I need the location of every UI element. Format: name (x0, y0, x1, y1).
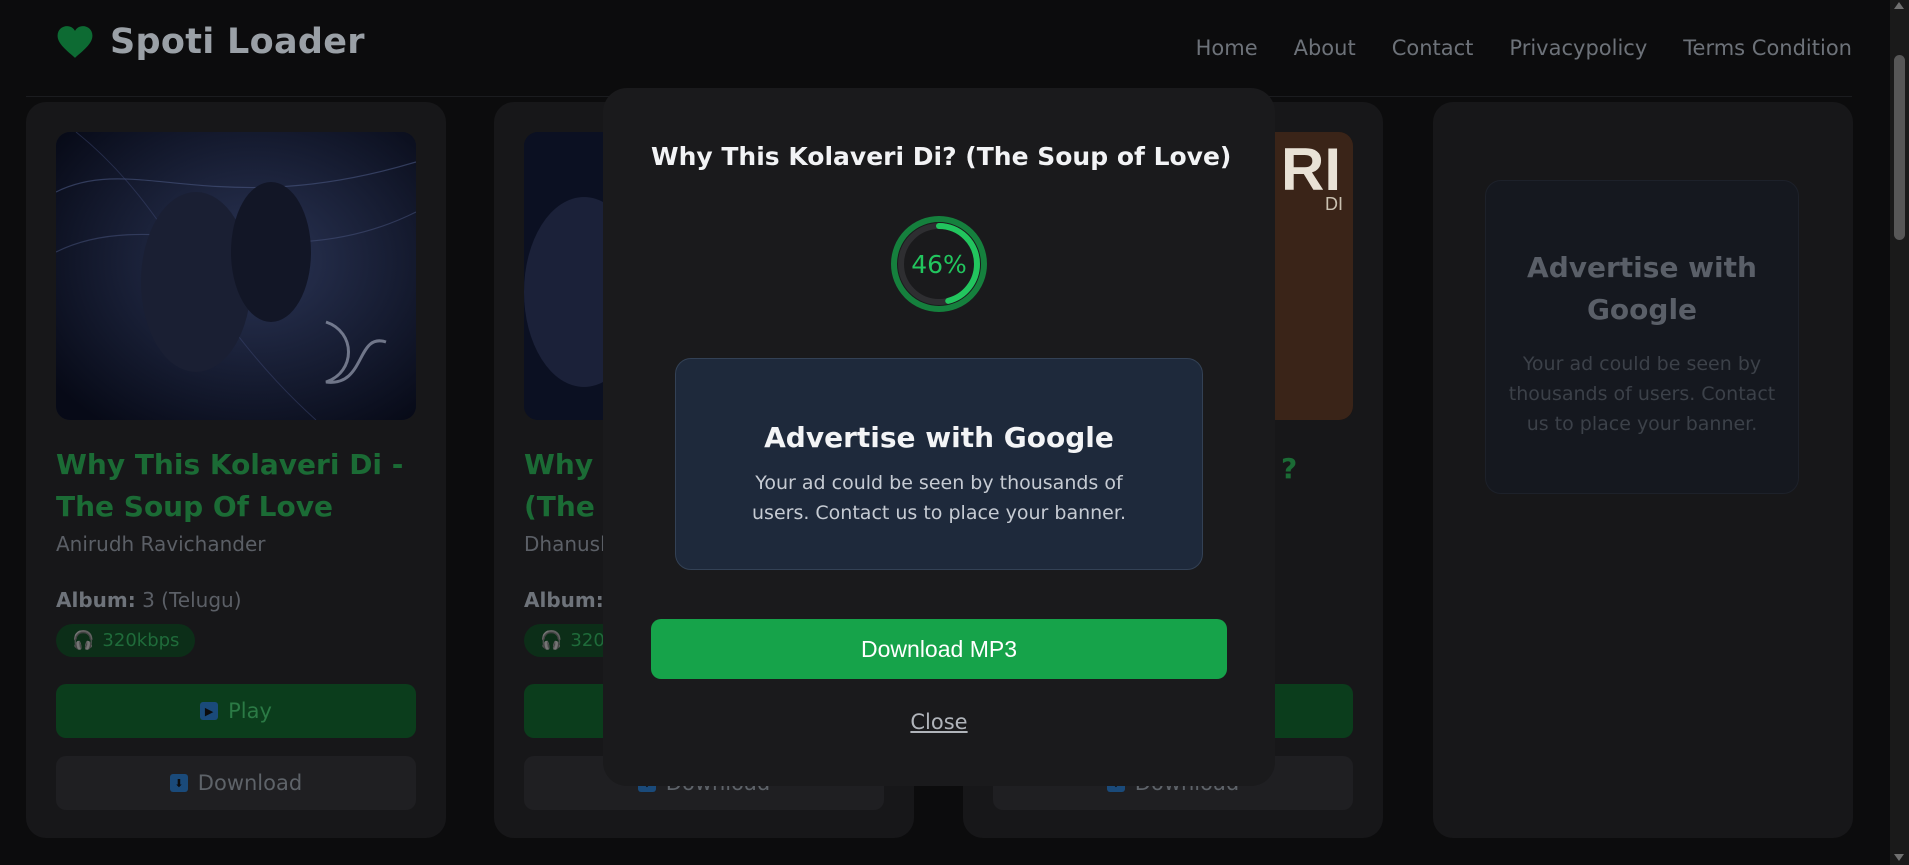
download-label: Download (197, 771, 303, 795)
svg-text:DI: DI (1325, 194, 1343, 214)
modal-ad-title: Advertise with Google (764, 421, 1114, 454)
main-nav: Home About Contact Privacypolicy Terms C… (1160, 36, 1852, 60)
close-link[interactable]: Close (603, 710, 1275, 734)
artist-name: Dhanush (524, 532, 613, 556)
nav-about[interactable]: About (1294, 36, 1356, 60)
heart-icon (57, 26, 93, 58)
nav-terms[interactable]: Terms Condition (1683, 36, 1852, 60)
song-card: Why This Kolaveri Di - The Soup Of Love … (26, 102, 446, 838)
headphones-icon: 🎧 (540, 630, 563, 651)
ad-body: Your ad could be seen by thousands of us… (1508, 353, 1776, 435)
download-modal: Why This Kolaveri Di? (The Soup of Love)… (603, 88, 1275, 786)
logo[interactable]: Spoti Loader (56, 22, 365, 62)
brand-name: Spoti Loader (110, 22, 365, 62)
quality-badge: 🎧 320kbps (56, 624, 196, 657)
play-button[interactable]: ▶ Play (56, 684, 416, 738)
quality-label: 320kbps (102, 630, 180, 651)
album-info: Album: (524, 588, 604, 612)
nav-contact[interactable]: Contact (1392, 36, 1474, 60)
artist-name: Anirudh Ravichander (56, 532, 266, 556)
nav-privacy[interactable]: Privacypolicy (1509, 36, 1647, 60)
scrollbar[interactable] (1890, 0, 1909, 865)
play-icon: ▶ (200, 702, 219, 720)
scroll-up-icon[interactable] (1894, 2, 1904, 9)
header: Spoti Loader Home About Contact Privacyp… (26, 0, 1852, 97)
play-label: Play (228, 699, 272, 723)
modal-title: Why This Kolaveri Di? (The Soup of Love) (651, 142, 1232, 171)
ad-card: Advertise with Google Your ad could be s… (1433, 102, 1853, 838)
scrollbar-thumb[interactable] (1894, 55, 1905, 240)
nav-home[interactable]: Home (1196, 36, 1258, 60)
scroll-down-icon[interactable] (1894, 854, 1904, 861)
song-title[interactable]: Why This Kolaveri Di - The Soup Of Love (56, 444, 426, 528)
ad-banner[interactable]: Advertise with Google Your ad could be s… (1485, 180, 1799, 494)
cover-art (56, 132, 416, 420)
headphones-icon: 🎧 (72, 630, 95, 651)
progress-text: 46% (911, 249, 967, 279)
album-label: Album: (524, 588, 604, 612)
modal-ad-banner[interactable]: Advertise with Google Your ad could be s… (675, 358, 1203, 570)
download-icon: ⬇ (169, 774, 188, 792)
download-mp3-button[interactable]: Download MP3 (651, 619, 1227, 679)
album-info: Album: 3 (Telugu) (56, 588, 242, 612)
page: Spoti Loader Home About Contact Privacyp… (0, 0, 1909, 865)
cover-text: RI (1281, 136, 1341, 203)
quality-label: 320 (570, 630, 605, 651)
modal-ad-body: Your ad could be seen by thousands of us… (752, 472, 1126, 524)
album-value: 3 (Telugu) (142, 588, 242, 612)
progress-ring: 46% (889, 214, 989, 314)
download-button[interactable]: ⬇ Download (56, 756, 416, 810)
ad-title: Advertise with Google (1527, 251, 1757, 326)
album-cover (56, 132, 416, 420)
album-label: Album: (56, 588, 136, 612)
